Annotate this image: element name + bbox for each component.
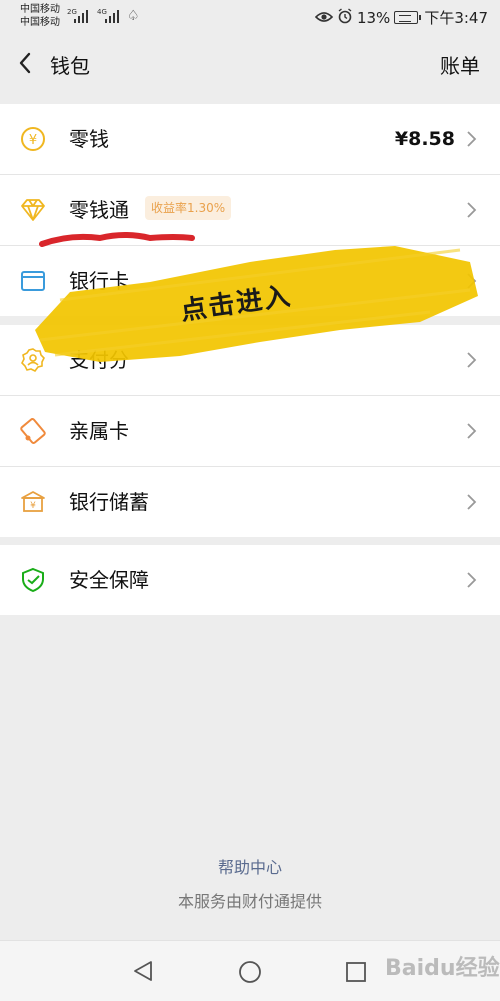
security-label: 安全保障 bbox=[69, 568, 149, 592]
bill-button[interactable]: 账单 bbox=[440, 50, 480, 79]
status-right: 13% 下午3:47 bbox=[314, 7, 488, 28]
battery-icon bbox=[394, 11, 422, 24]
change-label: 零钱 bbox=[69, 127, 109, 151]
wallet-group-2: 支付分 亲属卡 ¥ 银行储蓄 bbox=[0, 325, 500, 537]
carrier-2: 中国移动 bbox=[20, 17, 60, 28]
yuan-coin-icon: ¥ bbox=[20, 126, 46, 152]
bank-card-label: 银行卡 bbox=[69, 269, 129, 293]
nav-recents-icon[interactable] bbox=[345, 961, 367, 987]
pay-score-label: 支付分 bbox=[69, 348, 129, 372]
page-title: 钱包 bbox=[50, 54, 90, 78]
chevron-right-icon bbox=[466, 351, 478, 369]
lingqiantong-label: 零钱通 bbox=[69, 198, 129, 222]
alarm-icon bbox=[337, 7, 353, 28]
wallet-group-3: 安全保障 bbox=[0, 545, 500, 615]
carrier-info: 中国移动 中国移动 bbox=[20, 3, 60, 29]
chevron-right-icon bbox=[466, 493, 478, 511]
diamond-icon bbox=[20, 197, 46, 223]
help-center-link[interactable]: 帮助中心 bbox=[0, 854, 500, 878]
signal-icon-2 bbox=[105, 9, 121, 23]
bank-savings-icon: ¥ bbox=[20, 489, 46, 515]
qq-notification-icon: ♤ bbox=[127, 8, 140, 24]
nav-back-icon[interactable] bbox=[132, 960, 154, 986]
nav-home-icon[interactable] bbox=[238, 960, 262, 988]
chevron-right-icon bbox=[466, 571, 478, 589]
family-card-label: 亲属卡 bbox=[69, 419, 129, 443]
change-balance: ¥8.58 bbox=[394, 128, 455, 150]
status-bar: 中国移动 中国移动 2G 4G ♤ 13% 下午3:47 bbox=[0, 0, 500, 34]
chevron-right-icon bbox=[466, 422, 478, 440]
family-card-icon bbox=[20, 418, 46, 444]
badge-person-icon bbox=[20, 347, 46, 373]
eye-icon bbox=[314, 9, 334, 27]
status-time: 下午3:47 bbox=[424, 9, 488, 27]
lingqiantong-row[interactable]: 零钱通 bbox=[0, 175, 500, 246]
chevron-right-icon bbox=[466, 130, 478, 148]
service-provider-note: 本服务由财付通提供 bbox=[177, 892, 322, 911]
family-card-row[interactable]: 亲属卡 bbox=[0, 396, 500, 467]
back-icon[interactable] bbox=[16, 50, 38, 76]
security-row[interactable]: 安全保障 bbox=[0, 545, 500, 615]
bank-savings-row[interactable]: ¥ 银行储蓄 bbox=[0, 467, 500, 537]
nav-bar: 钱包 账单 bbox=[0, 34, 500, 94]
battery-percent: 13% bbox=[356, 8, 391, 27]
shield-check-icon bbox=[20, 567, 46, 593]
chevron-right-icon bbox=[466, 272, 478, 290]
pay-score-row[interactable]: 支付分 bbox=[0, 325, 500, 396]
svg-text:¥: ¥ bbox=[30, 501, 36, 511]
change-row[interactable]: ¥ 零钱 ¥8.58 bbox=[0, 104, 500, 175]
bank-savings-label: 银行储蓄 bbox=[69, 490, 149, 514]
signal-icon bbox=[74, 9, 90, 23]
yield-rate-badge: 收益率1.30% bbox=[145, 196, 232, 220]
bank-card-icon bbox=[20, 268, 46, 294]
baidu-watermark: Baidu经验 bbox=[385, 956, 500, 981]
svg-text:¥: ¥ bbox=[29, 133, 37, 148]
chevron-right-icon bbox=[466, 201, 478, 219]
carrier-1: 中国移动 bbox=[20, 4, 60, 15]
